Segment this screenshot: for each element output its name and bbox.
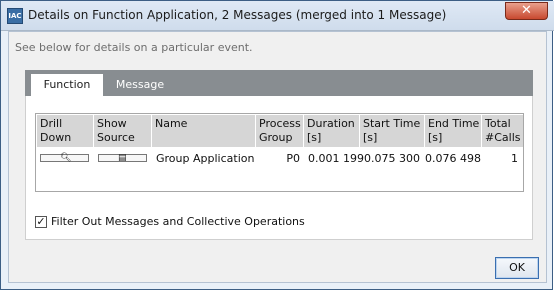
cell-duration: 0.001 199 [308, 152, 364, 165]
close-button[interactable]: ✕ [505, 2, 548, 20]
cell-name: Group Application [156, 152, 255, 165]
tab-function[interactable]: Function [31, 74, 103, 96]
column-header-drill-down[interactable]: Drill Down [37, 115, 94, 147]
title-bar[interactable]: IAC Details on Function Application, 2 M… [1, 1, 554, 31]
magnifier-icon: 🔍︎ [60, 153, 72, 163]
column-header-show-source[interactable]: Show Source [94, 115, 152, 147]
header-line: [s] [307, 131, 322, 144]
filter-checkbox[interactable]: ✓ [35, 216, 47, 228]
header-line: #Calls [485, 131, 521, 144]
column-header-name[interactable]: Name [152, 115, 256, 147]
window-title: Details on Function Application, 2 Messa… [28, 8, 447, 22]
header-line: End Time [428, 117, 480, 130]
header-line: [s] [428, 131, 443, 144]
header-line: Total [485, 117, 511, 130]
tab-strip: Function Message [25, 70, 533, 96]
column-header-end-time[interactable]: End Time [s] [425, 115, 482, 147]
column-header-duration[interactable]: Duration [s] [304, 115, 360, 147]
column-header-process-group[interactable]: Process Group [256, 115, 304, 147]
show-source-button[interactable]: ▤ [98, 153, 147, 163]
cell-start-time: 0.075 300 [364, 152, 420, 165]
dialog-window: IAC Details on Function Application, 2 M… [0, 0, 554, 290]
tab-message[interactable]: Message [105, 70, 175, 96]
column-header-start-time[interactable]: Start Time [s] [360, 115, 425, 147]
header-line: Group [259, 131, 293, 144]
document-icon: ▤ [118, 153, 127, 163]
dialog-content: See below for details on a particular ev… [8, 31, 547, 283]
header-line: Start Time [363, 117, 421, 130]
header-line: Source [97, 131, 135, 144]
drill-down-button[interactable]: 🔍︎ [40, 153, 89, 163]
header-line: Process [259, 117, 301, 130]
column-header-total-calls[interactable]: Total #Calls [482, 115, 523, 147]
app-icon: IAC [7, 8, 23, 24]
header-line: Drill [40, 117, 63, 130]
filter-checkbox-label[interactable]: Filter Out Messages and Collective Opera… [51, 215, 305, 229]
header-line: Name [155, 117, 188, 130]
details-table: Drill Down Show Source Name Process Grou… [35, 113, 524, 192]
header-line: [s] [363, 131, 378, 144]
header-line: Down [40, 131, 72, 144]
header-line: Duration [307, 117, 355, 130]
ok-button[interactable]: OK [495, 257, 539, 279]
cell-process-group: P0 [286, 152, 300, 165]
tab-panel: Function Message Drill Down Show Source … [25, 70, 533, 240]
cell-end-time: 0.076 498 [425, 152, 481, 165]
hint-text: See below for details on a particular ev… [15, 41, 253, 54]
cell-total-calls: 1 [511, 152, 518, 165]
tab-content: Drill Down Show Source Name Process Grou… [25, 96, 533, 240]
header-line: Show [97, 117, 127, 130]
